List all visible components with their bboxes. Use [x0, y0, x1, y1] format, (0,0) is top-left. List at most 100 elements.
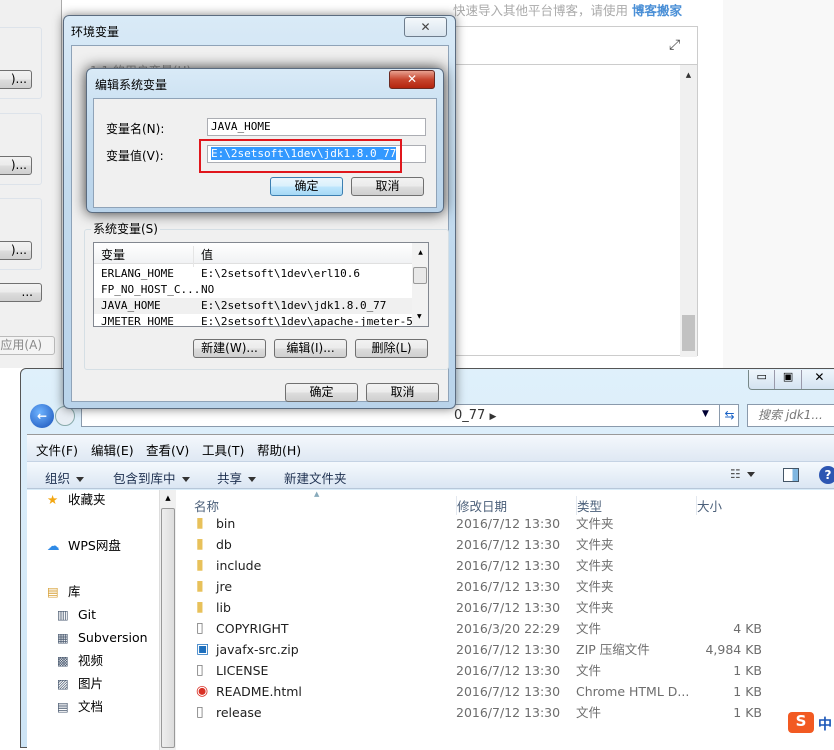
scroll-up-arrow[interactable]: ▲ [680, 71, 697, 79]
env-variables-button[interactable]: ... [0, 283, 42, 302]
breadcrumb-arrow-icon[interactable]: ▶ [489, 412, 496, 422]
scroll-down-arrow[interactable]: ▼ [417, 313, 422, 320]
nav-item[interactable]: ★ 收藏夹 [47, 490, 106, 510]
menu-item[interactable]: 文件(F) [36, 440, 78, 459]
apply-button[interactable]: 应用(A) [0, 336, 55, 355]
edit-system-variable-dialog: 编辑系统变量 ✕ 变量名(N): JAVA_HOME 变量值(V): E:\2s… [86, 68, 444, 213]
file-row[interactable]: ▯ COPYRIGHT 2016/3/20 22:29 文件 4 KB [177, 618, 777, 639]
scroll-up-arrow[interactable]: ▲ [412, 249, 428, 256]
nav-item[interactable]: ☁ WPS网盘 [47, 536, 121, 556]
table-row[interactable]: FP_NO_HOST_C... NO [94, 282, 412, 298]
table-row[interactable]: JMETER_HOME E:\2setsoft\1dev\apache-jmete… [94, 314, 426, 326]
variable-name-input[interactable]: JAVA_HOME [207, 118, 426, 136]
scroll-thumb[interactable] [682, 315, 695, 351]
sogou-ime-icon[interactable]: S [788, 712, 814, 733]
minimize-button[interactable]: ▭ [749, 370, 776, 389]
ok-button[interactable]: 确定 [285, 383, 358, 402]
scroll-up-arrow[interactable]: ▲ [160, 494, 176, 502]
file-name: jre [216, 579, 233, 594]
editor-scrollbar[interactable]: ▲ [680, 65, 697, 357]
nav-item[interactable]: ▤ 文档 [57, 697, 103, 717]
cancel-button[interactable]: 取消 [351, 177, 424, 196]
delete-variable-button[interactable]: 删除(L) [355, 339, 428, 358]
file-row[interactable]: ▯ LICENSE 2016/7/12 13:30 文件 1 KB [177, 660, 777, 681]
file-name: javafx-src.zip [216, 642, 299, 657]
preview-pane-icon[interactable] [783, 468, 799, 482]
picture-icon: ▨ [57, 676, 69, 691]
back-button[interactable]: ← [30, 404, 54, 428]
address-dropdown-icon[interactable]: ▼ [702, 409, 709, 419]
ime-mode-label[interactable]: 中 [818, 714, 832, 734]
dropdown-arrow-icon [76, 477, 85, 482]
close-button[interactable]: ✕ [389, 70, 435, 89]
file-name: README.html [216, 684, 302, 699]
table-row[interactable]: JAVA_HOME E:\2setsoft\1dev\jdk1.8.0_77 [94, 298, 412, 314]
system-variables-list[interactable]: 变量 值 ERLANG_HOME E:\2setsoft\1dev\erl10.6… [93, 242, 429, 327]
variable-value-label: 变量值(V): [106, 149, 164, 163]
scroll-thumb[interactable] [161, 508, 175, 748]
new-variable-button[interactable]: 新建(W)... [193, 339, 266, 358]
settings-button-3[interactable]: )... [0, 241, 32, 260]
explorer-window: ▭ ▣ ✕ ← 0_77 ▶ ▼ ⇆ 搜索 jdk1... 文件(F) 编辑(E)… [20, 368, 834, 750]
folder-icon: ▮ [196, 578, 204, 594]
maximize-button[interactable]: ▣ [775, 370, 802, 389]
close-button[interactable]: ✕ [404, 17, 447, 37]
toolbar-button[interactable]: 组织 [45, 468, 85, 487]
help-icon[interactable]: ? [819, 466, 834, 484]
menu-item[interactable]: 工具(T) [202, 440, 244, 459]
file-row[interactable]: ▯ release 2016/7/12 13:30 文件 1 KB [177, 702, 777, 723]
refresh-button[interactable]: ⇆ [719, 404, 739, 427]
system-properties-window: )... )... )... ... 应用(A) [0, 0, 62, 368]
forward-button[interactable] [55, 406, 75, 426]
nav-scrollbar[interactable]: ▲ [159, 490, 176, 750]
variable-value: NO [201, 283, 215, 296]
file-icon: ▯ [196, 704, 204, 720]
file-type: 文件夹 [576, 537, 614, 552]
file-row[interactable]: ▣ javafx-src.zip 2016/7/12 13:30 ZIP 压缩文件 4,… [177, 639, 777, 660]
list-scrollbar[interactable]: ▲ ▼ [412, 243, 428, 326]
cancel-button[interactable]: 取消 [366, 383, 439, 402]
file-date: 2016/7/12 13:30 [456, 537, 561, 552]
file-row[interactable]: ▮ lib 2016/7/12 13:30 文件夹 [177, 597, 777, 618]
file-row[interactable]: ▮ bin 2016/7/12 13:30 文件夹 [177, 513, 777, 534]
fullscreen-icon[interactable]: ⤢ [669, 37, 680, 53]
settings-button-1[interactable]: )... [0, 70, 32, 89]
file-type: 文件夹 [576, 579, 614, 594]
settings-button-2[interactable]: )... [0, 156, 32, 175]
table-row[interactable]: ERLANG_HOME E:\2setsoft\1dev\erl10.6 [94, 266, 412, 282]
menu-item[interactable]: 编辑(E) [91, 440, 134, 459]
dropdown-arrow-icon [181, 477, 190, 482]
file-row[interactable]: ◉ README.html 2016/7/12 13:30 Chrome HTML D… [177, 681, 777, 702]
file-row[interactable]: ▮ jre 2016/7/12 13:30 文件夹 [177, 576, 777, 597]
file-row[interactable]: ▮ db 2016/7/12 13:30 文件夹 [177, 534, 777, 555]
nav-item[interactable]: ▨ 图片 [57, 674, 103, 694]
close-button[interactable]: ✕ [802, 370, 834, 389]
nav-item[interactable]: ▦ Subversion [57, 628, 148, 648]
ok-button[interactable]: 确定 [270, 177, 343, 196]
library-icon: ▤ [47, 584, 59, 599]
toolbar-button[interactable]: 共享 [217, 468, 257, 487]
file-type: ZIP 压缩文件 [576, 642, 650, 657]
file-type: 文件夹 [576, 600, 614, 615]
search-input[interactable]: 搜索 jdk1... [747, 404, 834, 427]
nav-item[interactable]: ▩ 视频 [57, 651, 103, 671]
file-type: Chrome HTML D... [576, 684, 690, 699]
nav-item[interactable]: ▤ 库 [47, 582, 81, 602]
menu-item[interactable]: 查看(V) [146, 440, 189, 459]
toolbar-label: 包含到库中 [113, 471, 176, 486]
editor-box[interactable]: ⤢ ▲ [455, 26, 698, 357]
column-header-value[interactable]: 值 [201, 246, 213, 263]
file-row[interactable]: ▮ include 2016/7/12 13:30 文件夹 [177, 555, 777, 576]
scroll-thumb[interactable] [413, 267, 427, 284]
view-options-icon[interactable]: ☷ [730, 467, 755, 481]
blog-move-link[interactable]: 博客搬家 [632, 3, 682, 18]
toolbar-button[interactable]: 新建文件夹 [284, 468, 347, 487]
chrome-icon: ◉ [196, 683, 209, 699]
file-type: 文件夹 [576, 558, 614, 573]
toolbar-button[interactable]: 包含到库中 [113, 468, 190, 487]
edit-variable-button[interactable]: 编辑(I)... [274, 339, 347, 358]
dialog-body: 变量名(N): JAVA_HOME 变量值(V): E:\2setsoft\1d… [93, 98, 437, 208]
menu-item[interactable]: 帮助(H) [257, 440, 301, 459]
column-header-name[interactable]: 变量 [101, 246, 194, 267]
nav-item[interactable]: ▥ Git [57, 605, 96, 625]
